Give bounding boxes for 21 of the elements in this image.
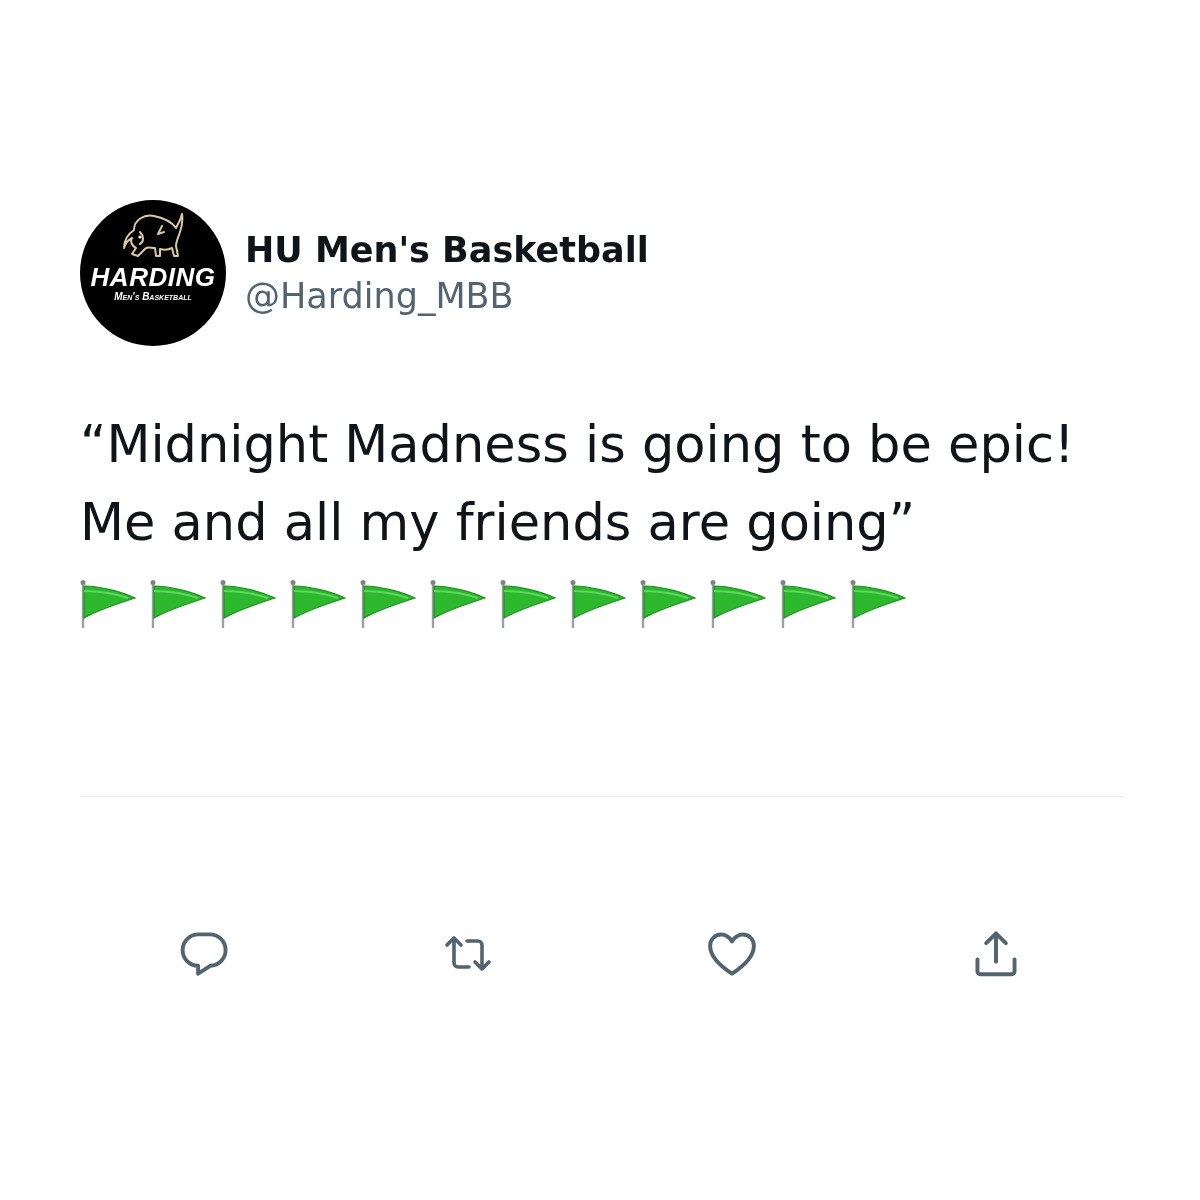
pennant-flag-icon	[430, 579, 486, 629]
team-logo-avatar[interactable]: HARDING Men's Basketball	[80, 200, 226, 346]
pennant-flag-icon	[710, 579, 766, 629]
account-handle[interactable]: @Harding_MBB	[245, 275, 649, 317]
logo-wordmark: HARDING	[90, 264, 216, 290]
pennant-flag-icon	[290, 579, 346, 629]
heart-icon[interactable]	[708, 930, 756, 978]
pennant-flag-icon	[500, 579, 556, 629]
pennant-flag-icon	[220, 579, 276, 629]
share-icon[interactable]	[972, 930, 1020, 978]
pennant-flag-icon	[570, 579, 626, 629]
pennant-flag-icon	[640, 579, 696, 629]
speech-bubble-icon[interactable]	[180, 930, 228, 978]
logo-subtitle: Men's Basketball	[114, 291, 192, 303]
pennant-flag-icon	[80, 579, 136, 629]
pennant-flag-icon	[360, 579, 416, 629]
pennant-flag-icon	[850, 579, 906, 629]
pennant-flag-icon	[780, 579, 836, 629]
tweet-text: “Midnight Madness is going to be epic! Me and all my friends are going”	[80, 414, 1076, 554]
pennant-flag-icon	[150, 579, 206, 629]
account-name[interactable]: HU Men's Basketball	[245, 229, 649, 271]
